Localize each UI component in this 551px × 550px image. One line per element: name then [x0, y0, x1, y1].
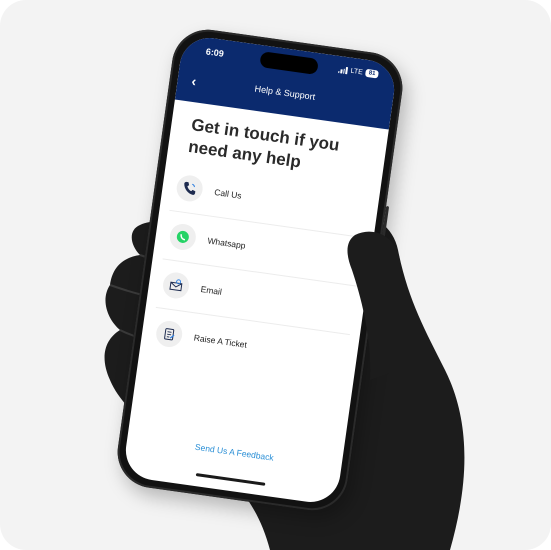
scene: 6:09 LTE 81 ‹ Help & Support Get in touc…: [0, 0, 551, 550]
thumb-overlay: [347, 231, 402, 380]
